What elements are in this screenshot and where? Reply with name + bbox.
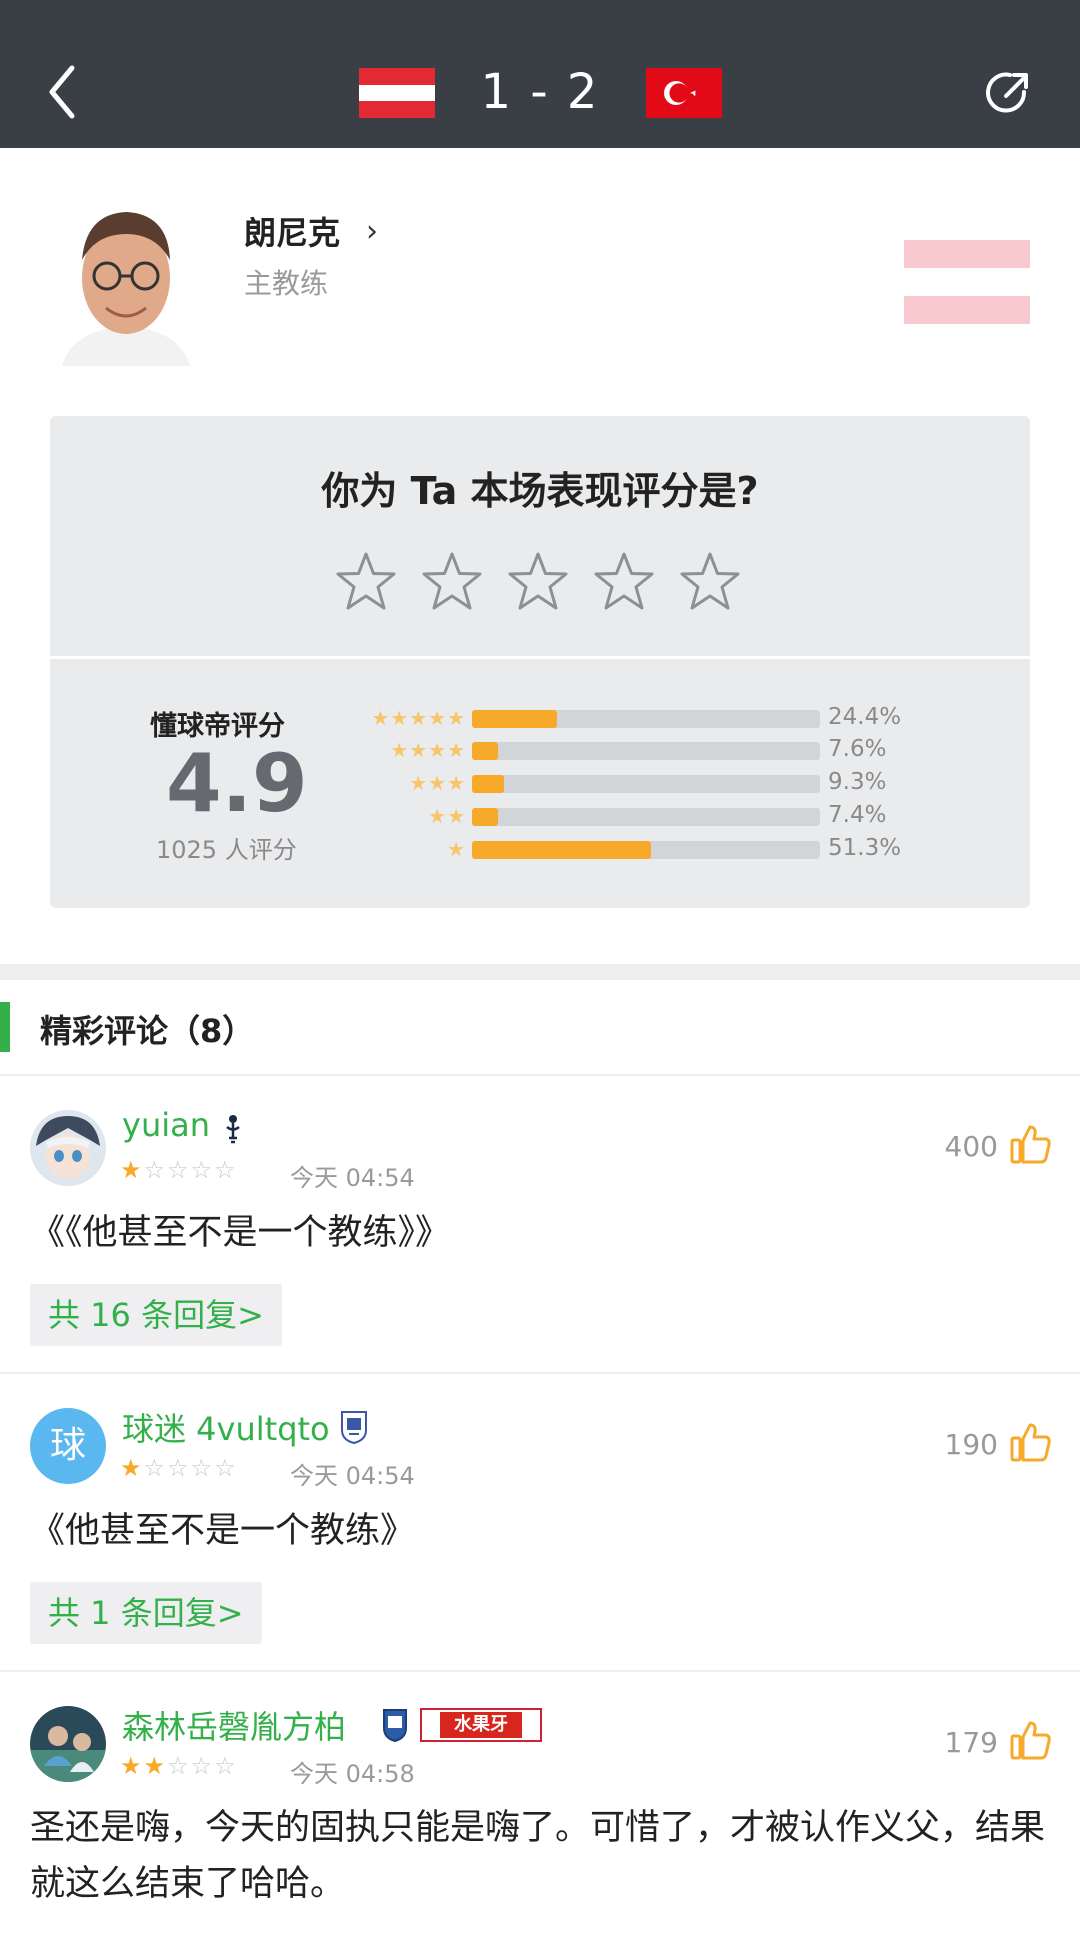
- club-badge-icon: [383, 1709, 407, 1742]
- card-divider: [50, 656, 1030, 659]
- comment-time: 今天 04:54: [290, 1164, 415, 1192]
- coach-avatar[interactable]: [52, 190, 200, 366]
- club-badge-icon: [226, 1115, 240, 1144]
- share-button[interactable]: [984, 68, 1034, 118]
- rating-row-stars: ★★★: [409, 771, 466, 795]
- like-count: 190: [944, 1428, 998, 1461]
- star-1-icon[interactable]: [334, 550, 398, 614]
- rating-row-3: ★★★ 9.3%: [350, 769, 920, 795]
- rating-bar-fill: [472, 710, 557, 728]
- rating-row-4: ★★★★ 7.6%: [350, 736, 920, 762]
- comment-item: 球 球迷 4vultqto ★☆☆☆☆ 今天 04:54 190 《他甚至不是一…: [0, 1374, 1080, 1670]
- comment-text: 圣还是嗨，今天的固执只能是嗨了。可惜了，才被认作义父，结果就这么结束了哈哈。: [30, 1808, 1046, 1904]
- comment-item: 森林岳磬胤方柏 水果牙 ★★☆☆☆ 今天 04:58 179 圣还是嗨，今天的固…: [0, 1672, 1080, 1934]
- comment-item: yuian ★☆☆☆☆ 今天 04:54 400 《《他甚至不是一个教练》》 共…: [0, 1076, 1080, 1372]
- coach-role: 主教练: [244, 267, 329, 300]
- star-4-icon[interactable]: [592, 550, 656, 614]
- rating-row-stars: ★★: [428, 804, 466, 828]
- turkey-flag: [646, 68, 722, 118]
- fan-scarf-badge: 水果牙: [420, 1708, 542, 1742]
- comment-username[interactable]: 森林岳磬胤方柏: [122, 1702, 346, 1748]
- club-badge-icon: [341, 1411, 367, 1444]
- rating-bar-fill: [472, 808, 498, 826]
- rating-row-2: ★★ 7.4%: [350, 802, 920, 828]
- chevron-left-icon: [49, 65, 75, 119]
- comment-rating: ★☆☆☆☆: [120, 1454, 238, 1482]
- rating-row-percent: 7.6%: [828, 736, 887, 762]
- rating-bar-fill: [472, 775, 505, 793]
- rating-row-percent: 51.3%: [828, 835, 902, 861]
- rating-bar-fill: [472, 742, 499, 760]
- star-2-icon[interactable]: [420, 550, 484, 614]
- share-icon: [986, 72, 1028, 113]
- rating-bar: [472, 841, 820, 859]
- thumbs-up-icon[interactable]: [1010, 1720, 1052, 1760]
- rating-bar-fill: [472, 841, 651, 859]
- rate-stars: [334, 550, 742, 622]
- avatar-initial: 球: [49, 1425, 86, 1466]
- user-avatar[interactable]: 球: [30, 1408, 106, 1484]
- austria-flag: [359, 68, 435, 118]
- comment-text: 《《他甚至不是一个教练》》: [30, 1213, 451, 1253]
- thumbs-up-icon[interactable]: [1010, 1124, 1052, 1164]
- rating-bar: [472, 808, 820, 826]
- rating-row-percent: 7.4%: [828, 802, 887, 828]
- back-button[interactable]: [44, 62, 84, 122]
- coach-name[interactable]: 朗尼克: [244, 208, 340, 254]
- like-count: 179: [944, 1726, 998, 1759]
- team-flag-icon: [904, 240, 1030, 324]
- section-divider: [0, 964, 1080, 980]
- comment-rating: ★☆☆☆☆: [120, 1156, 238, 1184]
- star-3-icon[interactable]: [506, 550, 570, 614]
- comment-time: 今天 04:58: [290, 1760, 415, 1788]
- rating-row-stars: ★★★★: [390, 738, 466, 762]
- rating-row-1: ★ 51.3%: [350, 835, 920, 861]
- match-score: 1 - 2: [480, 64, 600, 120]
- rating-row-percent: 9.3%: [828, 769, 887, 795]
- comment-rating: ★★☆☆☆: [120, 1752, 238, 1780]
- thumbs-up-icon[interactable]: [1010, 1422, 1052, 1462]
- rating-row-percent: 24.4%: [828, 704, 902, 730]
- star-5-icon[interactable]: [678, 550, 742, 614]
- section-accent-bar: [0, 1002, 10, 1052]
- fan-scarf-text: 水果牙: [440, 1712, 522, 1738]
- rating-bar: [472, 775, 820, 793]
- rating-count: 1025 人评分: [156, 836, 297, 864]
- user-avatar[interactable]: [30, 1110, 106, 1186]
- rating-row-stars: ★: [447, 837, 466, 861]
- rating-score: 4.9: [166, 737, 308, 830]
- comment-username[interactable]: yuian: [122, 1106, 210, 1144]
- comments-title: 精彩评论（8）: [40, 1012, 255, 1050]
- rating-row-stars: ★★★★★: [371, 706, 466, 730]
- user-avatar[interactable]: [30, 1706, 106, 1782]
- rating-bar: [472, 742, 820, 760]
- chevron-right-icon[interactable]: ›: [366, 214, 378, 249]
- replies-button[interactable]: 共 1 条回复>: [30, 1582, 262, 1644]
- rating-row-5: ★★★★★ 24.4%: [350, 704, 920, 730]
- rating-bar: [472, 710, 820, 728]
- rating-question: 你为 Ta 本场表现评分是?: [321, 469, 759, 513]
- like-count: 400: [944, 1130, 998, 1163]
- comment-time: 今天 04:54: [290, 1462, 415, 1490]
- comment-username[interactable]: 球迷 4vultqto: [122, 1404, 330, 1450]
- comment-text: 《他甚至不是一个教练》: [30, 1511, 416, 1551]
- replies-button[interactable]: 共 16 条回复>: [30, 1284, 282, 1346]
